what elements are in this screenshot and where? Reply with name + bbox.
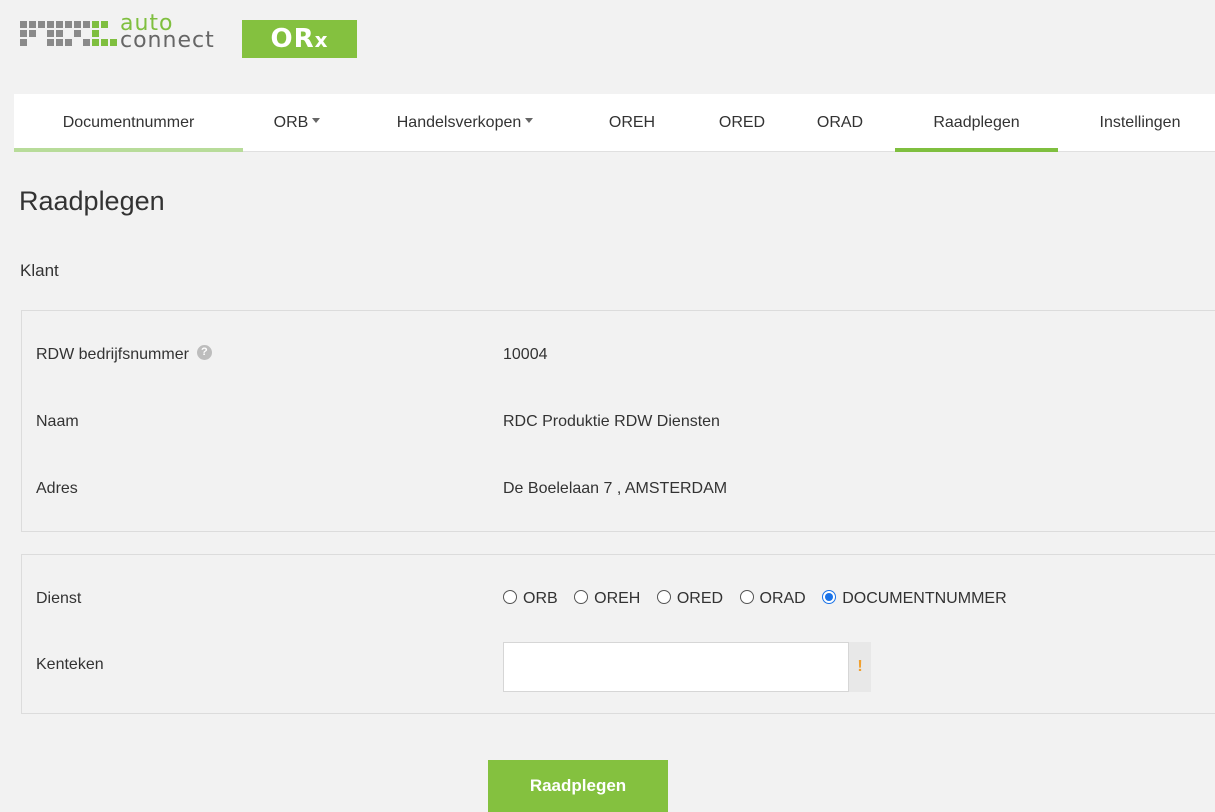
adres-value: De Boelelaan 7 , AMSTERDAM [503,480,728,497]
rdw-bedrijfsnummer-value: 10004 [503,346,548,363]
nav-item-label: Raadplegen [933,114,1020,131]
nav-item-label: Instellingen [1099,114,1181,131]
nav-item-instellingen[interactable]: Instellingen [1070,94,1210,152]
radio-button[interactable] [739,589,754,604]
required-warning-icon: ! [849,642,871,692]
nav-item-label: OREH [608,114,656,131]
logo-line-connect: connect [120,28,215,53]
kenteken-label: Kenteken [36,656,104,673]
adres-label: Adres [36,480,78,497]
dienst-radio-group: ORB OREH ORED ORAD DOCUMENTNUMMER [503,589,1019,608]
naam-label: Naam [36,413,79,430]
main-nav: Documentnummer ORB Handelsverkopen OREH … [14,94,1215,152]
orx-badge-main: OR [270,24,315,54]
nav-item-ored[interactable]: ORED [702,94,782,152]
nav-item-label: ORB [273,114,309,131]
autoconnect-logo-text: auto connect [120,13,240,53]
nav-item-oreh[interactable]: OREH [592,94,672,152]
radio-label: ORAD [759,590,806,607]
dienst-label: Dienst [36,590,82,607]
naam-value: RDC Produktie RDW Diensten [503,413,720,430]
section-title-klant: Klant [20,261,59,280]
search-form-panel: Dienst ORB OREH ORED ORAD DOCUMENTNUMMER… [21,554,1215,714]
dienst-option-orad[interactable]: ORAD [739,589,806,608]
dienst-option-oreh[interactable]: OREH [574,589,641,608]
radio-button-selected[interactable] [822,589,837,604]
kenteken-input[interactable] [503,642,849,692]
dienst-option-orb[interactable]: ORB [503,589,558,608]
radio-button[interactable] [656,589,671,604]
nav-item-documentnummer[interactable]: Documentnummer [14,94,243,152]
page-title: Raadplegen [19,186,165,216]
orx-logo-badge: ORx [242,20,357,58]
nav-item-label: ORAD [816,114,864,131]
nav-item-orb[interactable]: ORB [257,94,337,152]
rdw-label-text: RDW bedrijfsnummer [36,346,189,363]
radio-label: ORED [676,590,724,607]
radio-button[interactable] [503,589,517,604]
nav-item-label: Documentnummer [62,114,195,131]
dienst-option-ored[interactable]: ORED [656,589,724,608]
nav-item-handelsverkopen[interactable]: Handelsverkopen [366,94,564,152]
caret-down-icon [525,118,534,124]
dienst-option-documentnummer[interactable]: DOCUMENTNUMMER [822,589,1007,608]
radio-label: OREH [594,590,641,607]
radio-button[interactable] [574,589,589,604]
raadplegen-submit-button[interactable]: Raadplegen [488,760,668,812]
caret-down-icon [312,118,321,124]
autoconnect-logo-mark [20,21,117,49]
nav-item-raadplegen[interactable]: Raadplegen [895,94,1058,152]
radio-label: DOCUMENTNUMMER [842,590,1007,607]
radio-label: ORB [523,590,558,607]
question-circle-icon[interactable]: ? [196,345,212,361]
rdw-bedrijfsnummer-label: RDW bedrijfsnummer? [36,345,212,364]
nav-item-label: ORED [718,114,766,131]
orx-badge-sub: x [314,28,329,52]
nav-item-orad[interactable]: ORAD [800,94,880,152]
klant-info-panel: RDW bedrijfsnummer? 10004 Naam RDC Produ… [21,310,1215,532]
app-header: auto connect ORx [0,0,1215,88]
nav-item-label: Handelsverkopen [396,114,522,131]
